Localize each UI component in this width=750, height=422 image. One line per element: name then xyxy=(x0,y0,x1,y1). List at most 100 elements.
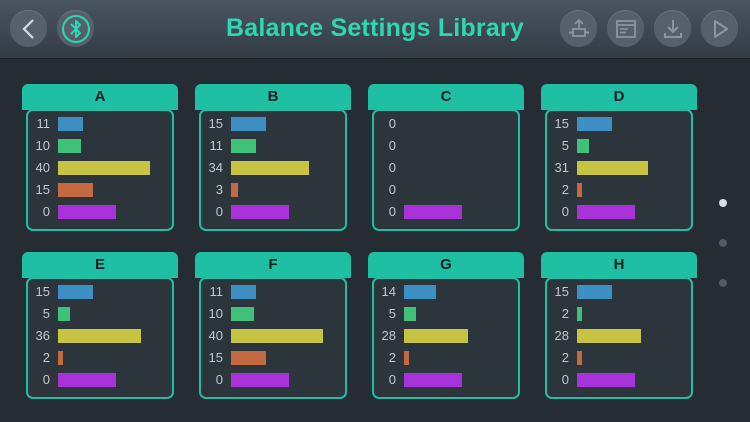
value-row: 40 xyxy=(28,160,172,176)
value-bar xyxy=(231,205,289,219)
settings-card-a[interactable]: A 11 10 40 15 0 xyxy=(22,84,178,232)
page-dot[interactable] xyxy=(719,199,727,207)
play-icon xyxy=(713,19,728,38)
settings-card-b[interactable]: B 15 11 34 3 0 xyxy=(195,84,351,232)
value-bar xyxy=(231,183,238,197)
value-row: 15 xyxy=(547,116,691,132)
card-label: B xyxy=(195,84,351,110)
value-row: 10 xyxy=(28,138,172,154)
value-bar xyxy=(58,329,141,343)
value-row: 31 xyxy=(547,160,691,176)
value-bar xyxy=(577,285,612,299)
value-bar xyxy=(58,351,63,365)
bluetooth-icon xyxy=(61,14,90,43)
value-number: 11 xyxy=(36,116,51,131)
value-bar xyxy=(404,205,462,219)
value-number: 0 xyxy=(388,138,396,153)
card-label: G xyxy=(368,252,524,278)
value-bar xyxy=(58,139,81,153)
value-number: 34 xyxy=(208,160,223,175)
bluetooth-button[interactable] xyxy=(57,10,94,47)
value-number: 0 xyxy=(388,204,396,219)
robot-upload-icon xyxy=(568,18,589,37)
download-button[interactable] xyxy=(654,10,691,47)
value-row: 0 xyxy=(201,204,345,220)
value-row: 0 xyxy=(374,160,518,176)
value-bar xyxy=(577,205,635,219)
value-bar xyxy=(577,117,612,131)
value-row: 2 xyxy=(547,306,691,322)
value-number: 11 xyxy=(209,138,224,153)
value-row: 14 xyxy=(374,284,518,300)
value-bar xyxy=(404,329,468,343)
value-row: 15 xyxy=(201,350,345,366)
value-number: 15 xyxy=(554,284,569,299)
value-number: 5 xyxy=(561,138,569,153)
value-number: 40 xyxy=(35,160,50,175)
value-number: 2 xyxy=(561,350,569,365)
value-row: 28 xyxy=(374,328,518,344)
value-bar xyxy=(577,161,648,175)
card-values: 15 5 36 2 0 xyxy=(26,277,174,399)
settings-card-d[interactable]: D 15 5 31 2 0 xyxy=(541,84,697,232)
value-bar xyxy=(577,183,582,197)
value-number: 2 xyxy=(388,350,396,365)
value-row: 5 xyxy=(547,138,691,154)
settings-card-e[interactable]: E 15 5 36 2 0 xyxy=(22,252,178,400)
value-row: 5 xyxy=(28,306,172,322)
settings-card-c[interactable]: C 0 0 0 0 0 xyxy=(368,84,524,232)
card-label: C xyxy=(368,84,524,110)
value-number: 0 xyxy=(388,182,396,197)
value-bar xyxy=(231,329,323,343)
value-bar xyxy=(577,329,641,343)
value-row: 2 xyxy=(374,350,518,366)
value-row: 0 xyxy=(201,372,345,388)
upload-robot-button[interactable] xyxy=(560,10,597,47)
play-button[interactable] xyxy=(701,10,738,47)
value-row: 11 xyxy=(28,116,172,132)
value-row: 0 xyxy=(374,372,518,388)
card-label: E xyxy=(22,252,178,278)
value-bar xyxy=(231,307,254,321)
value-number: 3 xyxy=(215,182,223,197)
value-bar xyxy=(58,117,83,131)
value-number: 40 xyxy=(208,328,223,343)
value-row: 40 xyxy=(201,328,345,344)
settings-card-h[interactable]: H 15 2 28 2 0 xyxy=(541,252,697,400)
value-number: 0 xyxy=(561,204,569,219)
card-label: H xyxy=(541,252,697,278)
value-row: 15 xyxy=(547,284,691,300)
value-number: 2 xyxy=(42,350,50,365)
value-row: 2 xyxy=(28,350,172,366)
card-values: 15 11 34 3 0 xyxy=(199,109,347,231)
value-row: 0 xyxy=(547,372,691,388)
value-bar xyxy=(58,373,116,387)
value-number: 36 xyxy=(35,328,50,343)
value-number: 2 xyxy=(561,182,569,197)
value-number: 5 xyxy=(42,306,50,321)
value-row: 11 xyxy=(201,138,345,154)
value-bar xyxy=(577,307,582,321)
value-number: 2 xyxy=(561,306,569,321)
back-button[interactable] xyxy=(10,10,47,47)
settings-card-g[interactable]: G 14 5 28 2 0 xyxy=(368,252,524,400)
card-values: 15 5 31 2 0 xyxy=(545,109,693,231)
document-button[interactable] xyxy=(607,10,644,47)
page-dot[interactable] xyxy=(719,279,727,287)
value-number: 0 xyxy=(388,372,396,387)
value-number: 0 xyxy=(215,372,223,387)
value-bar xyxy=(577,351,582,365)
page-title: Balance Settings Library xyxy=(226,14,524,42)
value-row: 34 xyxy=(201,160,345,176)
card-values: 11 10 40 15 0 xyxy=(199,277,347,399)
value-row: 0 xyxy=(28,372,172,388)
value-row: 3 xyxy=(201,182,345,198)
settings-card-f[interactable]: F 11 10 40 15 0 xyxy=(195,252,351,400)
value-bar xyxy=(231,139,256,153)
value-bar xyxy=(577,139,589,153)
value-number: 31 xyxy=(554,160,569,175)
value-row: 0 xyxy=(374,116,518,132)
page-dot[interactable] xyxy=(719,239,727,247)
card-values: 14 5 28 2 0 xyxy=(372,277,520,399)
value-bar xyxy=(404,373,462,387)
